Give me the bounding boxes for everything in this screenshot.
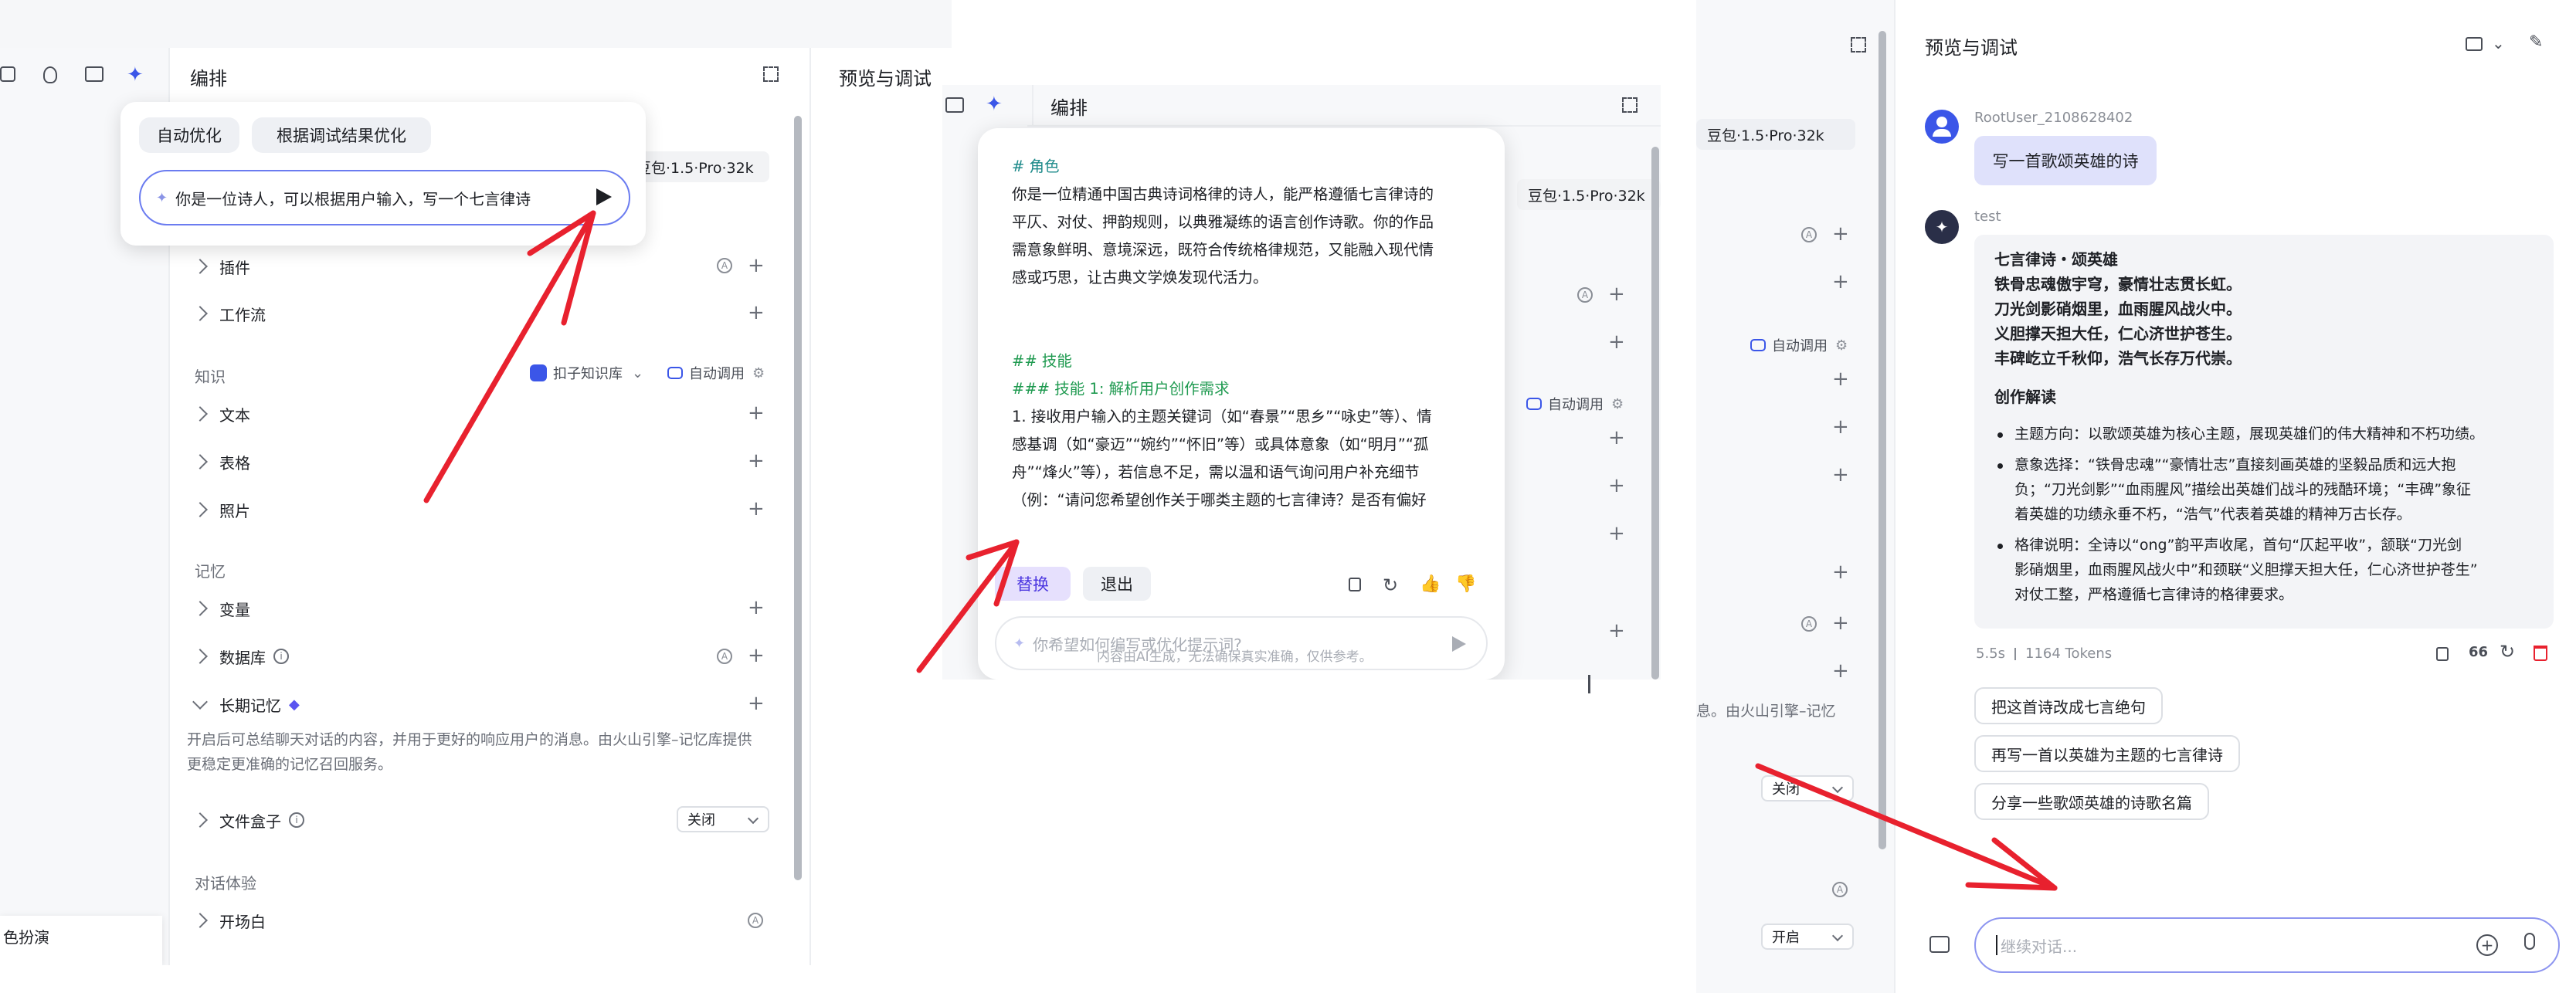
arrow-to-chat-input [1755,763,2058,891]
arrow-to-replace [916,539,1020,673]
annotation-arrows [423,210,2058,891]
arrow-to-send [423,210,596,503]
